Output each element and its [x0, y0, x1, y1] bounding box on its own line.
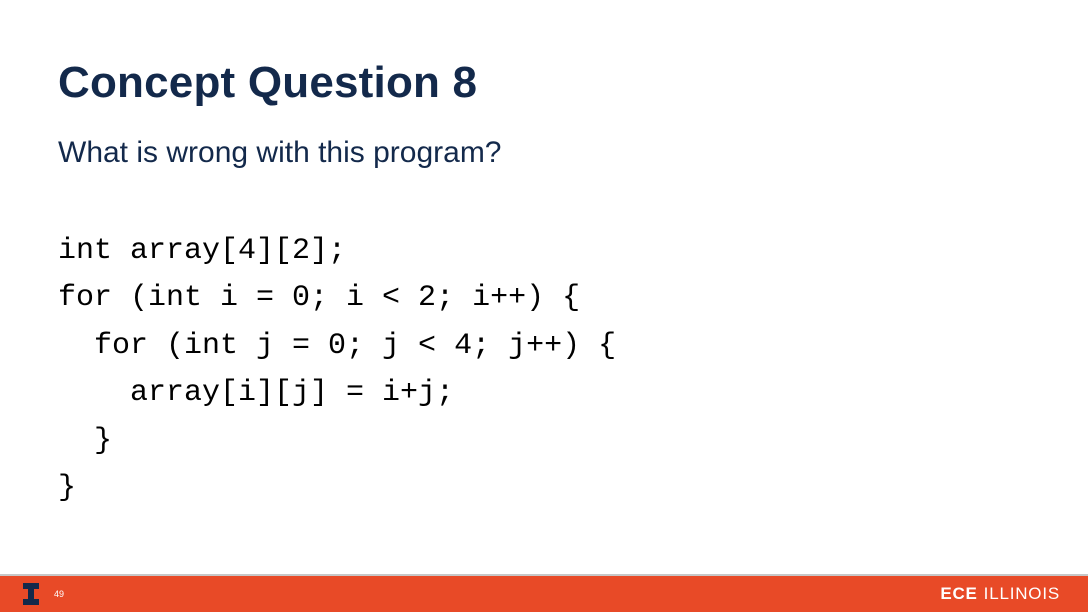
school-label: ILLINOIS [984, 584, 1060, 604]
question-text: What is wrong with this program? [58, 136, 1030, 170]
slide-content: Concept Question 8 What is wrong with th… [58, 58, 1030, 512]
footer-branding: ECE ILLINOIS [940, 584, 1060, 604]
footer-left: 49 [22, 582, 64, 606]
page-number: 49 [54, 589, 64, 599]
slide-title: Concept Question 8 [58, 58, 1030, 108]
footer-bar: 49 ECE ILLINOIS [0, 576, 1088, 612]
code-block: int array[4][2]; for (int i = 0; i < 2; … [58, 228, 1030, 512]
illinois-block-i-icon [22, 582, 40, 606]
slide: Concept Question 8 What is wrong with th… [0, 0, 1088, 612]
dept-label: ECE [940, 584, 977, 604]
